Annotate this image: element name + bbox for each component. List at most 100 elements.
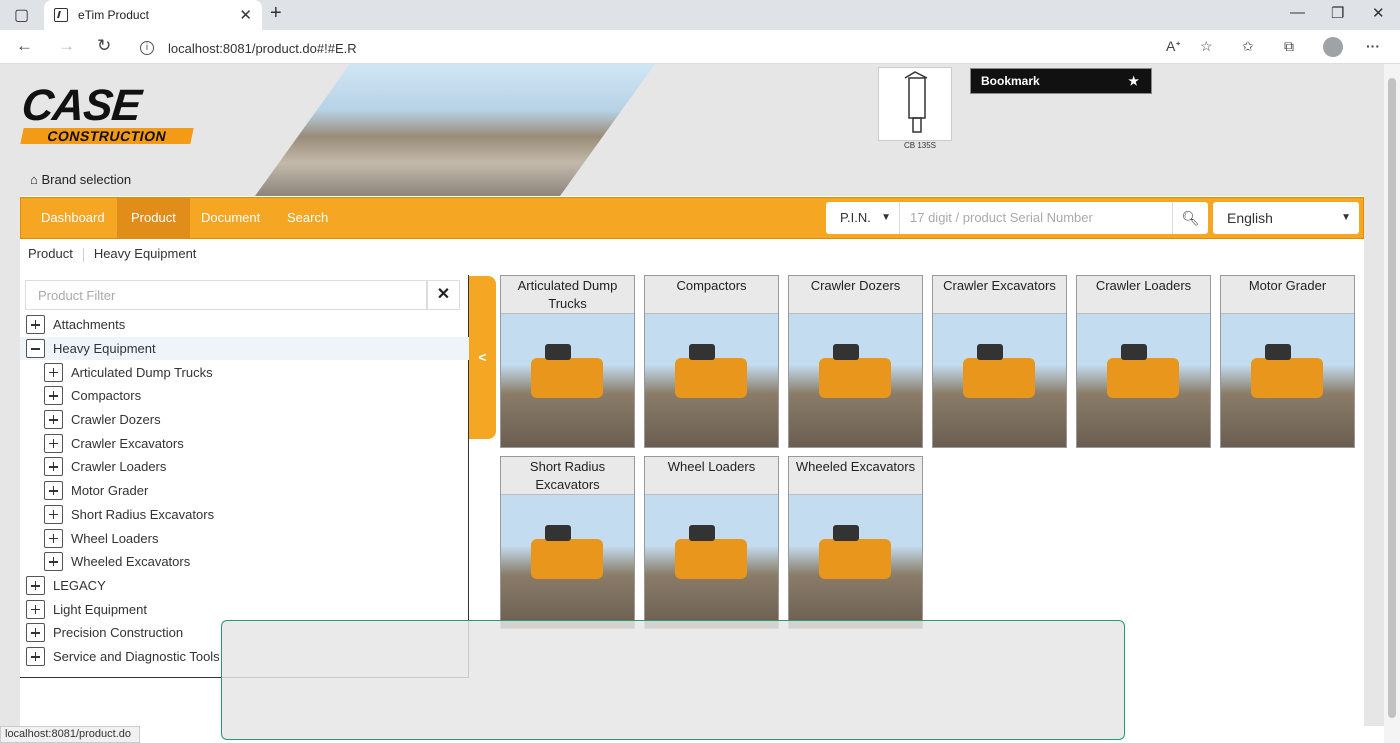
tree-item-label: Short Radius Excavators <box>71 506 215 522</box>
tree-item[interactable]: Wheeled Excavators <box>20 550 469 574</box>
product-tree-panel: Product Filter ✕ Attachments Heavy Equipm… <box>20 275 469 678</box>
expand-icon[interactable] <box>44 410 63 430</box>
tree-item[interactable]: Crawler Excavators <box>20 431 469 455</box>
language-select[interactable]: English ▼ <box>1213 202 1359 234</box>
address-bar: ← → ↻ i localhost:8081/product.do#!#E.R … <box>0 30 1400 64</box>
category-card[interactable]: Articulated Dump Trucks <box>500 275 635 448</box>
tree-item[interactable]: Compactors <box>20 384 469 408</box>
browser-tab[interactable]: eTim Product ✕ <box>44 0 262 30</box>
category-card[interactable]: Wheel Loaders <box>644 456 779 629</box>
restore-icon[interactable]: ❐ <box>1331 4 1344 22</box>
tree-item[interactable]: Light Equipment <box>20 597 469 621</box>
right-gutter <box>1364 196 1384 726</box>
tree-item-label: Crawler Excavators <box>71 435 184 451</box>
pin-select[interactable]: P.I.N. ▼ <box>826 202 900 234</box>
favorites-icon[interactable]: ✩ <box>1242 38 1254 55</box>
collections-icon[interactable]: ⧉ <box>1284 38 1294 55</box>
category-card[interactable]: Compactors <box>644 275 779 448</box>
minimize-icon[interactable]: — <box>1290 4 1305 21</box>
category-card[interactable]: Crawler Excavators <box>932 275 1067 448</box>
category-card-image <box>789 495 922 628</box>
read-aloud-icon[interactable]: Aᐩ <box>1166 38 1181 55</box>
category-card[interactable]: Wheeled Excavators <box>788 456 923 629</box>
refresh-icon[interactable]: ↻ <box>97 36 111 56</box>
sidebar-toggle-icon[interactable]: ▢ <box>14 5 29 25</box>
tab-close-icon[interactable]: ✕ <box>239 6 252 24</box>
left-gutter <box>0 196 20 726</box>
product-thumbnail[interactable] <box>878 67 952 141</box>
expand-icon[interactable] <box>44 552 63 572</box>
scrollbar-thumb[interactable] <box>1388 78 1396 718</box>
machine-image <box>531 344 603 398</box>
nav-document[interactable]: Document <box>189 198 272 238</box>
url-field[interactable]: i localhost:8081/product.do#!#E.R <box>140 37 1180 59</box>
expand-icon[interactable] <box>44 362 63 382</box>
category-card[interactable]: Motor Grader <box>1220 275 1355 448</box>
back-icon[interactable]: ← <box>16 36 33 56</box>
tree-item-label: Wheeled Excavators <box>71 554 191 570</box>
tree-item[interactable]: Heavy Equipment <box>20 336 469 361</box>
more-icon[interactable]: ··· <box>1366 38 1380 54</box>
profile-icon[interactable] <box>1323 37 1343 57</box>
nav-search[interactable]: Search <box>275 198 340 238</box>
expand-icon[interactable] <box>44 481 63 501</box>
tree-item[interactable]: Motor Grader <box>20 479 469 503</box>
tree-item[interactable]: Short Radius Excavators <box>20 503 469 527</box>
machine-image <box>531 525 603 579</box>
collapse-icon[interactable] <box>26 339 45 359</box>
breadcrumb-item-product[interactable]: Product <box>28 246 73 261</box>
expand-icon[interactable] <box>44 528 63 548</box>
overlay-panel <box>221 620 1125 740</box>
tree-item-label: Compactors <box>71 388 142 404</box>
new-tab-button[interactable]: + <box>270 2 282 25</box>
tree-item-label: LEGACY <box>53 577 106 593</box>
expand-icon[interactable] <box>44 433 63 453</box>
tree-item[interactable]: Crawler Dozers <box>20 408 469 432</box>
category-card-image <box>789 314 922 447</box>
tree-item-label: Light Equipment <box>53 601 147 617</box>
tree-item[interactable]: Crawler Loaders <box>20 455 469 479</box>
expand-icon[interactable] <box>26 599 45 619</box>
collapse-panel-button[interactable]: < <box>469 276 496 439</box>
tree-item[interactable]: Wheel Loaders <box>20 526 469 550</box>
expand-icon[interactable] <box>26 646 45 666</box>
page-scrollbar[interactable] <box>1384 64 1400 743</box>
search-icon: 🔍︎ <box>1181 210 1200 226</box>
info-icon[interactable]: i <box>140 41 154 55</box>
close-window-icon[interactable]: ✕ <box>1372 4 1385 22</box>
search-button[interactable]: 🔍︎ <box>1172 202 1208 234</box>
status-bar-url: localhost:8081/product.do <box>0 726 140 743</box>
star-icon: ★ <box>1128 74 1139 88</box>
header-banner-image <box>255 64 655 196</box>
bookmark-button[interactable]: Bookmark ★ <box>970 68 1152 94</box>
category-card[interactable]: Short Radius Excavators <box>500 456 635 629</box>
favorite-add-icon[interactable]: ☆ <box>1200 38 1213 55</box>
expand-icon[interactable] <box>26 623 45 643</box>
machine-image <box>819 344 891 398</box>
expand-icon[interactable] <box>44 504 63 524</box>
machine-image <box>1107 344 1179 398</box>
logo-case-text: CASE <box>19 81 143 130</box>
expand-icon[interactable] <box>26 575 45 595</box>
machine-image <box>675 525 747 579</box>
product-filter-input[interactable]: Product Filter <box>25 280 427 310</box>
tree-item[interactable]: Attachments <box>20 313 469 337</box>
category-card-image <box>501 495 634 628</box>
tree-item[interactable]: LEGACY <box>20 574 469 598</box>
forward-icon: → <box>58 36 75 55</box>
brand-selection-link[interactable]: ⌂ Brand selection <box>30 172 131 187</box>
nav-product[interactable]: Product <box>117 198 190 238</box>
bookmark-label: Bookmark <box>981 74 1040 88</box>
clear-filter-button[interactable]: ✕ <box>427 280 460 310</box>
category-card[interactable]: Crawler Dozers <box>788 275 923 448</box>
tree-item[interactable]: Articulated Dump Trucks <box>20 360 469 384</box>
nav-dashboard[interactable]: Dashboard <box>29 198 117 238</box>
expand-icon[interactable] <box>26 315 45 335</box>
breadcrumb-item-heavy-equipment: Heavy Equipment <box>93 246 197 261</box>
expand-icon[interactable] <box>44 457 63 477</box>
serial-number-input[interactable]: 17 digit / product Serial Number <box>900 202 1172 234</box>
tree-item-label: Wheel Loaders <box>71 530 159 546</box>
category-card[interactable]: Crawler Loaders <box>1076 275 1211 448</box>
category-card-title: Articulated Dump Trucks <box>501 276 634 314</box>
expand-icon[interactable] <box>44 386 63 406</box>
